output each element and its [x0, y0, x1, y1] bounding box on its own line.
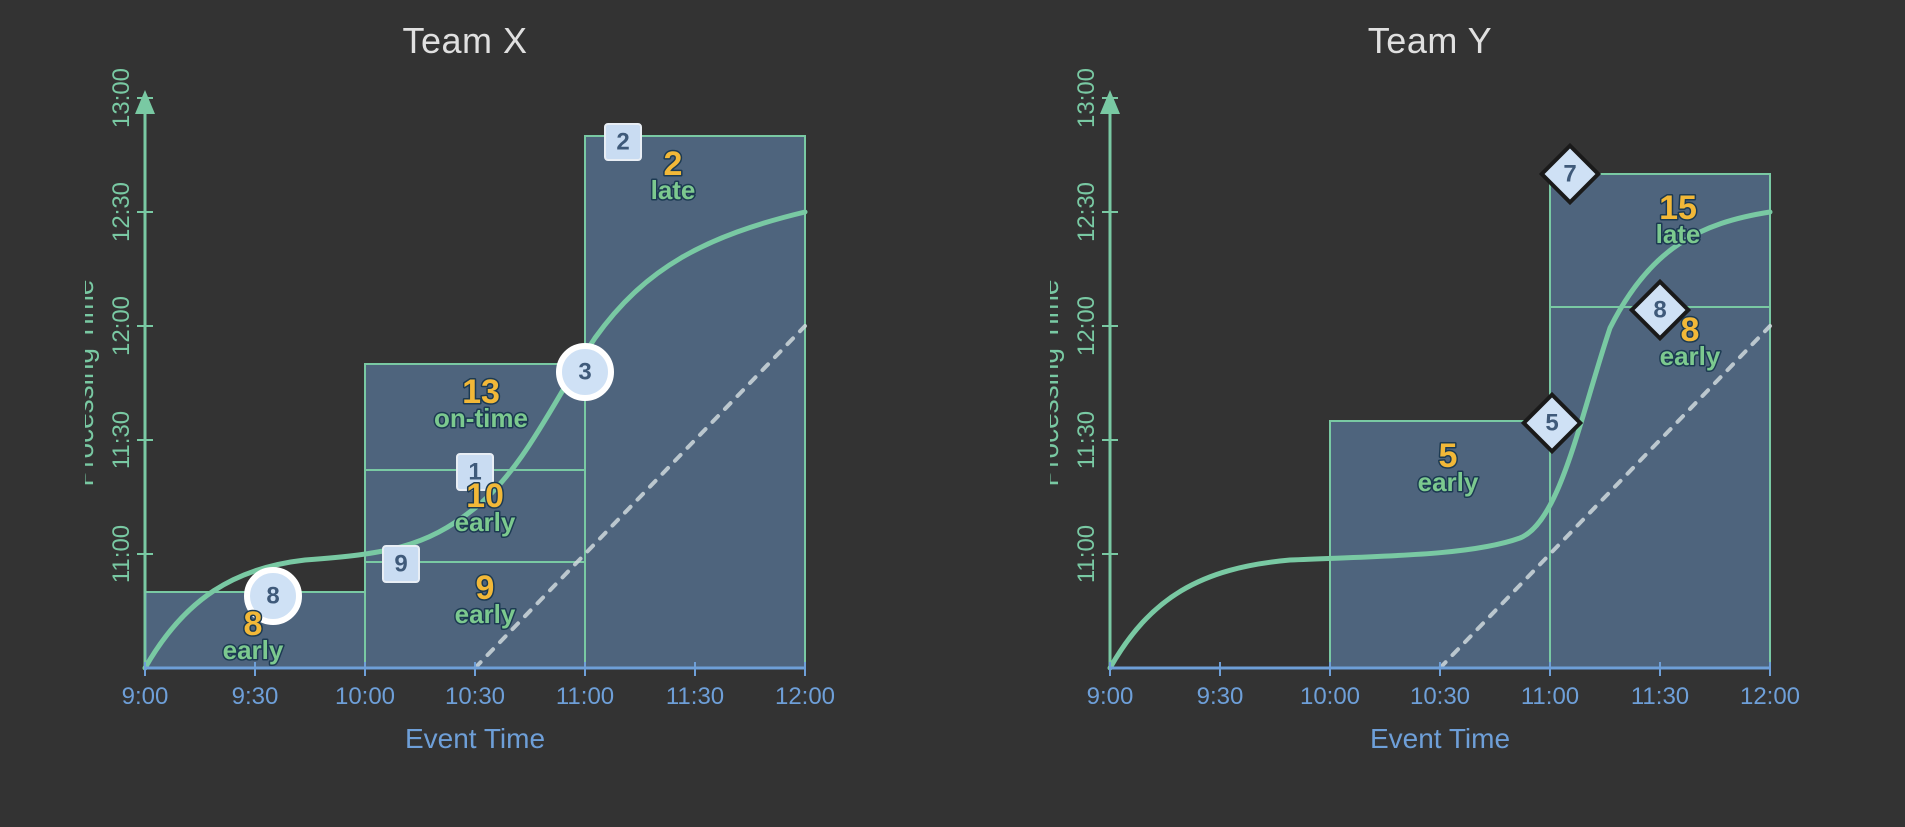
x-tick-label: 10:30	[445, 683, 505, 710]
y-tick-label: 12:30	[1073, 182, 1100, 242]
x-tick-label: 10:30	[1410, 683, 1470, 710]
pane-status: early	[223, 635, 284, 665]
chart-svg: 11:00 11:30 12:00 12:30 13:00 Processing…	[1050, 68, 1810, 788]
x-tick-label: 9:30	[1197, 683, 1244, 710]
y-tick-label: 13:00	[108, 68, 135, 128]
x-tick-label: 12:00	[1740, 683, 1800, 710]
y-axis-arrow-icon	[135, 90, 155, 114]
x-tick-label: 11:30	[1631, 683, 1689, 710]
svg-text:7: 7	[1563, 161, 1576, 188]
pane-status: on-time	[434, 403, 528, 433]
panel-team-x: Team X 11:00 11:30 12:00 12:30	[85, 20, 845, 810]
event-marker: 3	[559, 346, 611, 398]
x-tick-label: 12:00	[775, 683, 835, 710]
window-rect	[585, 136, 805, 668]
svg-text:2: 2	[616, 129, 629, 156]
x-tick-label: 9:00	[122, 683, 169, 710]
y-axis-label: Processing Time	[85, 280, 99, 487]
x-tick-label: 9:30	[232, 683, 279, 710]
svg-text:8: 8	[266, 583, 279, 610]
svg-text:9: 9	[394, 551, 407, 578]
pane-status: early	[455, 599, 516, 629]
x-tick-label: 10:00	[335, 683, 395, 710]
y-tick-label: 12:30	[108, 182, 135, 242]
y-tick-label: 11:30	[108, 411, 135, 469]
pane-status: late	[651, 175, 696, 205]
panel-title: Team X	[85, 20, 845, 62]
x-tick-label: 10:00	[1300, 683, 1360, 710]
x-tick-label: 11:30	[666, 683, 724, 710]
y-tick-label: 11:00	[108, 525, 135, 583]
x-tick-label: 11:00	[556, 683, 614, 710]
pane-status: early	[455, 507, 516, 537]
svg-text:5: 5	[1545, 410, 1558, 437]
pane-status: late	[1656, 219, 1701, 249]
event-marker: 9	[383, 546, 419, 582]
x-axis-label: Event Time	[405, 723, 545, 754]
y-axis-label: Processing Time	[1050, 280, 1064, 487]
y-tick-label: 12:00	[1073, 296, 1100, 356]
x-axis-label: Event Time	[1370, 723, 1510, 754]
svg-text:3: 3	[578, 359, 591, 386]
panel-team-y: Team Y 11:00 11:30 12:00 12:30 13:00 Pro	[1050, 20, 1810, 810]
y-tick-label: 12:00	[108, 296, 135, 356]
y-tick-label: 11:30	[1073, 411, 1100, 469]
y-tick-label: 13:00	[1073, 68, 1100, 128]
stage: Team X 11:00 11:30 12:00 12:30	[0, 0, 1905, 827]
panel-title: Team Y	[1050, 20, 1810, 62]
y-axis-arrow-icon	[1100, 90, 1120, 114]
chart-team-x: 11:00 11:30 12:00 12:30 13:00 Processing…	[85, 68, 845, 788]
svg-text:8: 8	[1653, 297, 1666, 324]
event-marker: 2	[605, 124, 641, 160]
x-tick-label: 9:00	[1087, 683, 1134, 710]
chart-team-y: 11:00 11:30 12:00 12:30 13:00 Processing…	[1050, 68, 1810, 788]
y-tick-label: 11:00	[1073, 525, 1100, 583]
pane-status: early	[1418, 467, 1479, 497]
chart-svg: 11:00 11:30 12:00 12:30 13:00 Processing…	[85, 68, 845, 788]
pane-status: early	[1660, 341, 1721, 371]
x-tick-label: 11:00	[1521, 683, 1579, 710]
